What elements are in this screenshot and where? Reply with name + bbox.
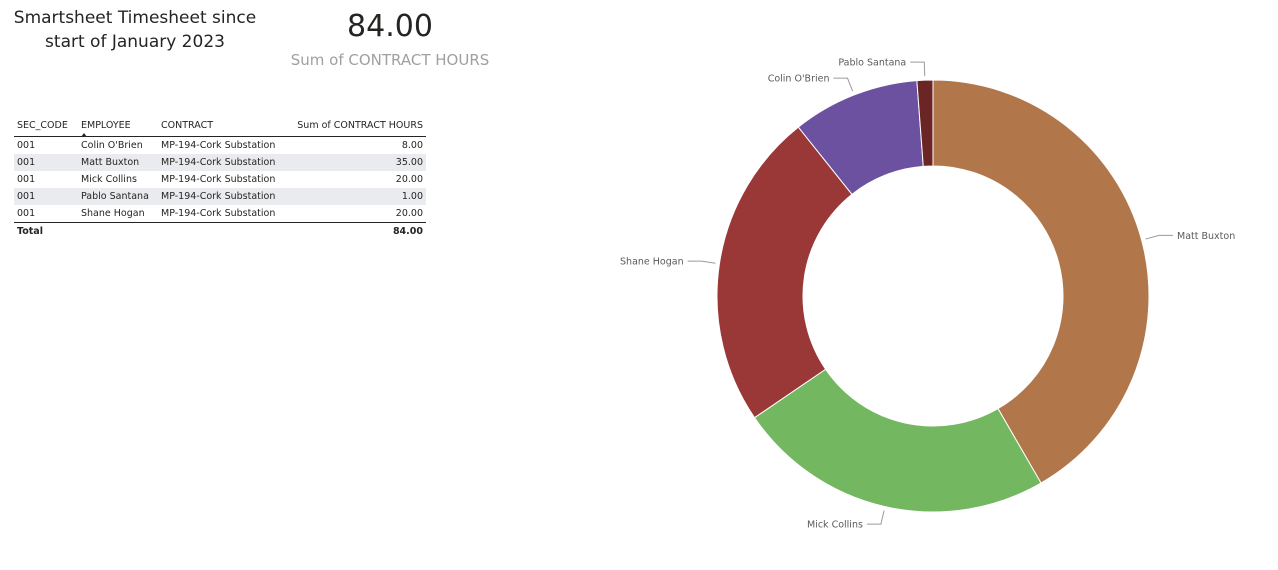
total-label: Total <box>14 222 78 240</box>
cell-hours: 1.00 <box>288 188 426 205</box>
table-body: 001 Colin O'Brien MP-194-Cork Substation… <box>14 137 426 240</box>
column-header-employee-label: EMPLOYEE <box>81 120 131 131</box>
cell-hours: 20.00 <box>395 174 423 185</box>
column-header-employee[interactable]: EMPLOYEE <box>78 118 158 137</box>
table-total-row: Total 84.00 <box>14 222 426 240</box>
column-header-contract[interactable]: CONTRACT <box>158 118 288 137</box>
cell-hours: 20.00 <box>395 208 423 219</box>
report-title-line2: start of January 2023 <box>45 32 225 52</box>
slice-leader-line <box>833 77 854 92</box>
cell-contract: MP-194-Cork Substation <box>158 188 288 205</box>
slice-leader-line <box>1145 234 1174 240</box>
table-row[interactable]: 001 Pablo Santana MP-194-Cork Substation… <box>14 188 426 205</box>
table-row[interactable]: 001 Matt Buxton MP-194-Cork Substation 3… <box>14 154 426 171</box>
cell-employee: Mick Collins <box>81 174 137 185</box>
cell-employee: Matt Buxton <box>78 154 158 171</box>
cell-employee: Shane Hogan <box>81 208 145 219</box>
total-empty-cell <box>78 222 158 240</box>
table-header-row: SEC_CODE EMPLOYEE CONTRACT Sum of CONTRA… <box>14 118 426 137</box>
slice-leader-line <box>866 510 885 525</box>
cell-employee: Colin O'Brien <box>81 140 143 151</box>
hours-table[interactable]: SEC_CODE EMPLOYEE CONTRACT Sum of CONTRA… <box>14 118 426 240</box>
slice-label: Mick Collins <box>807 520 863 531</box>
slice-leader-line <box>910 61 926 77</box>
slice-label: Matt Buxton <box>1177 231 1235 242</box>
report-page: Smartsheet Timesheet since start of Janu… <box>0 0 1278 570</box>
table-row[interactable]: 001 Shane Hogan MP-194-Cork Substation 2… <box>14 205 426 223</box>
donut-chart[interactable]: Matt Buxton Mick Collins Shane Hogan Colin … <box>560 30 1278 570</box>
column-header-sec-code[interactable]: SEC_CODE <box>14 118 78 137</box>
cell-sec-code: 001 <box>17 174 36 185</box>
slice-label: Colin O'Brien <box>768 74 830 85</box>
kpi-label: Sum of CONTRACT HOURS <box>290 51 490 69</box>
cell-hours: 8.00 <box>401 140 423 151</box>
cell-employee: Pablo Santana <box>78 188 158 205</box>
cell-sec-code: 001 <box>17 140 36 151</box>
table-row[interactable]: 001 Colin O'Brien MP-194-Cork Substation… <box>14 137 426 155</box>
cell-sec-code: 001 <box>17 208 36 219</box>
slice-label: Pablo Santana <box>838 58 906 69</box>
cell-contract: MP-194-Cork Substation <box>161 208 276 219</box>
donut-chart-svg: Matt Buxton Mick Collins Shane Hogan Colin … <box>620 58 1235 531</box>
kpi-card[interactable]: 84.00 Sum of CONTRACT HOURS <box>280 8 500 70</box>
total-value: 84.00 <box>288 222 426 240</box>
cell-contract: MP-194-Cork Substation <box>161 174 276 185</box>
cell-contract: MP-194-Cork Substation <box>161 140 276 151</box>
sort-ascending-icon <box>81 133 87 137</box>
slice-label: Shane Hogan <box>620 257 684 268</box>
cell-sec-code: 001 <box>14 188 78 205</box>
cell-contract: MP-194-Cork Substation <box>158 154 288 171</box>
donut-slice-shane-hogan[interactable] <box>716 126 853 419</box>
hours-table-grid: SEC_CODE EMPLOYEE CONTRACT Sum of CONTRA… <box>14 118 426 240</box>
column-header-hours[interactable]: Sum of CONTRACT HOURS <box>288 118 426 137</box>
donut-slice-mick-collins[interactable] <box>753 368 1042 513</box>
cell-hours: 35.00 <box>288 154 426 171</box>
slice-leader-line <box>687 260 716 264</box>
cell-sec-code: 001 <box>14 154 78 171</box>
kpi-value: 84.00 <box>347 9 433 44</box>
table-row[interactable]: 001 Mick Collins MP-194-Cork Substation … <box>14 171 426 188</box>
report-title: Smartsheet Timesheet since start of Janu… <box>10 6 260 54</box>
total-empty-cell <box>158 222 288 240</box>
report-title-line1: Smartsheet Timesheet since <box>13 8 257 28</box>
